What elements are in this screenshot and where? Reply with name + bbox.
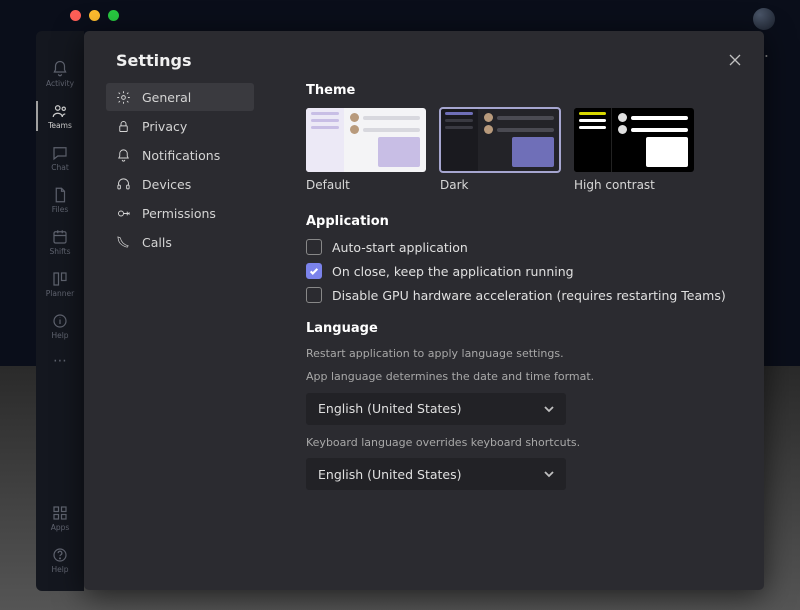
mac-window-controls [70,10,119,21]
rail-label: Shifts [50,247,71,256]
rail-label: Teams [48,121,72,130]
rail-item-files[interactable]: Files [36,179,84,221]
board-icon [51,270,69,288]
calendar-icon [51,228,69,246]
app-rail: Activity Teams Chat Files Shifts Planner… [36,31,84,591]
nav-label: Calls [142,235,172,250]
option-label: On close, keep the application running [332,264,574,279]
mac-minimize-dot[interactable] [89,10,100,21]
language-heading: Language [306,321,740,336]
theme-option-default[interactable]: Default [306,108,426,192]
nav-calls[interactable]: Calls [106,228,254,256]
rail-label: Activity [46,79,74,88]
chevron-down-icon [542,467,556,481]
theme-option-high-contrast[interactable]: High contrast [574,108,694,192]
rail-label: Chat [51,163,69,172]
bell-icon [51,60,69,78]
nav-label: Privacy [142,119,187,134]
settings-pane: Theme Default [254,83,764,588]
phone-icon [116,235,131,250]
settings-nav: General Privacy Notifications Devices Pe… [84,83,254,588]
option-disable-gpu[interactable]: Disable GPU hardware acceleration (requi… [306,287,740,303]
nav-devices[interactable]: Devices [106,170,254,198]
permissions-icon [116,206,131,221]
nav-privacy[interactable]: Privacy [106,112,254,140]
keyboard-language-note: Keyboard language overrides keyboard sho… [306,435,740,450]
close-button[interactable] [724,49,746,71]
page-title: Settings [116,51,192,70]
rail-more-icon[interactable]: ⋯ [53,353,67,369]
option-autostart[interactable]: Auto-start application [306,239,740,255]
file-icon [51,186,69,204]
option-label: Disable GPU hardware acceleration (requi… [332,288,726,303]
rail-item-planner[interactable]: Planner [36,263,84,305]
option-keep-running[interactable]: On close, keep the application running [306,263,740,279]
gear-icon [116,90,131,105]
checkbox[interactable] [306,239,322,255]
nav-label: Permissions [142,206,216,221]
rail-label: Files [52,205,68,214]
app-language-note: App language determines the date and tim… [306,369,740,384]
rail-label: Help [51,565,68,574]
apps-grid-icon [51,504,69,522]
theme-option-dark[interactable]: Dark [440,108,560,192]
theme-heading: Theme [306,83,740,98]
nav-label: Notifications [142,148,220,163]
language-restart-note: Restart application to apply language se… [306,346,740,361]
checkbox[interactable] [306,287,322,303]
nav-label: Devices [142,177,191,192]
rail-label: Help [51,331,68,340]
lock-icon [116,119,131,134]
nav-notifications[interactable]: Notifications [106,141,254,169]
chevron-down-icon [542,402,556,416]
mac-close-dot[interactable] [70,10,81,21]
nav-label: General [142,90,191,105]
rail-label: Apps [51,523,70,532]
nav-permissions[interactable]: Permissions [106,199,254,227]
settings-header: Settings [84,49,764,83]
chat-icon [51,144,69,162]
bell-icon [116,148,131,163]
theme-label: High contrast [574,178,694,192]
close-icon [729,54,741,66]
rail-item-activity[interactable]: Activity [36,53,84,95]
theme-options: Default Dark [306,108,740,192]
nav-general[interactable]: General [106,83,254,111]
theme-label: Dark [440,178,560,192]
select-value: English (United States) [318,467,462,482]
checkbox[interactable] [306,263,322,279]
app-shell: ... Activity Teams Chat Files Shifts Pla… [0,0,800,610]
rail-label: Planner [46,289,74,298]
option-label: Auto-start application [332,240,468,255]
rail-item-help-bottom[interactable]: Help [36,539,84,581]
help-circle-icon [51,546,69,564]
select-value: English (United States) [318,401,462,416]
theme-label: Default [306,178,426,192]
rail-item-shifts[interactable]: Shifts [36,221,84,263]
headset-icon [116,177,131,192]
rail-item-apps[interactable]: Apps [36,497,84,539]
avatar[interactable] [753,8,775,30]
app-language-select[interactable]: English (United States) [306,393,566,425]
info-circle-icon [51,312,69,330]
settings-window: Settings General Privacy Notifications [84,31,764,590]
mac-zoom-dot[interactable] [108,10,119,21]
keyboard-language-select[interactable]: English (United States) [306,458,566,490]
application-heading: Application [306,214,740,229]
rail-item-teams[interactable]: Teams [36,95,84,137]
rail-item-chat[interactable]: Chat [36,137,84,179]
people-icon [51,102,69,120]
rail-item-help[interactable]: Help [36,305,84,347]
